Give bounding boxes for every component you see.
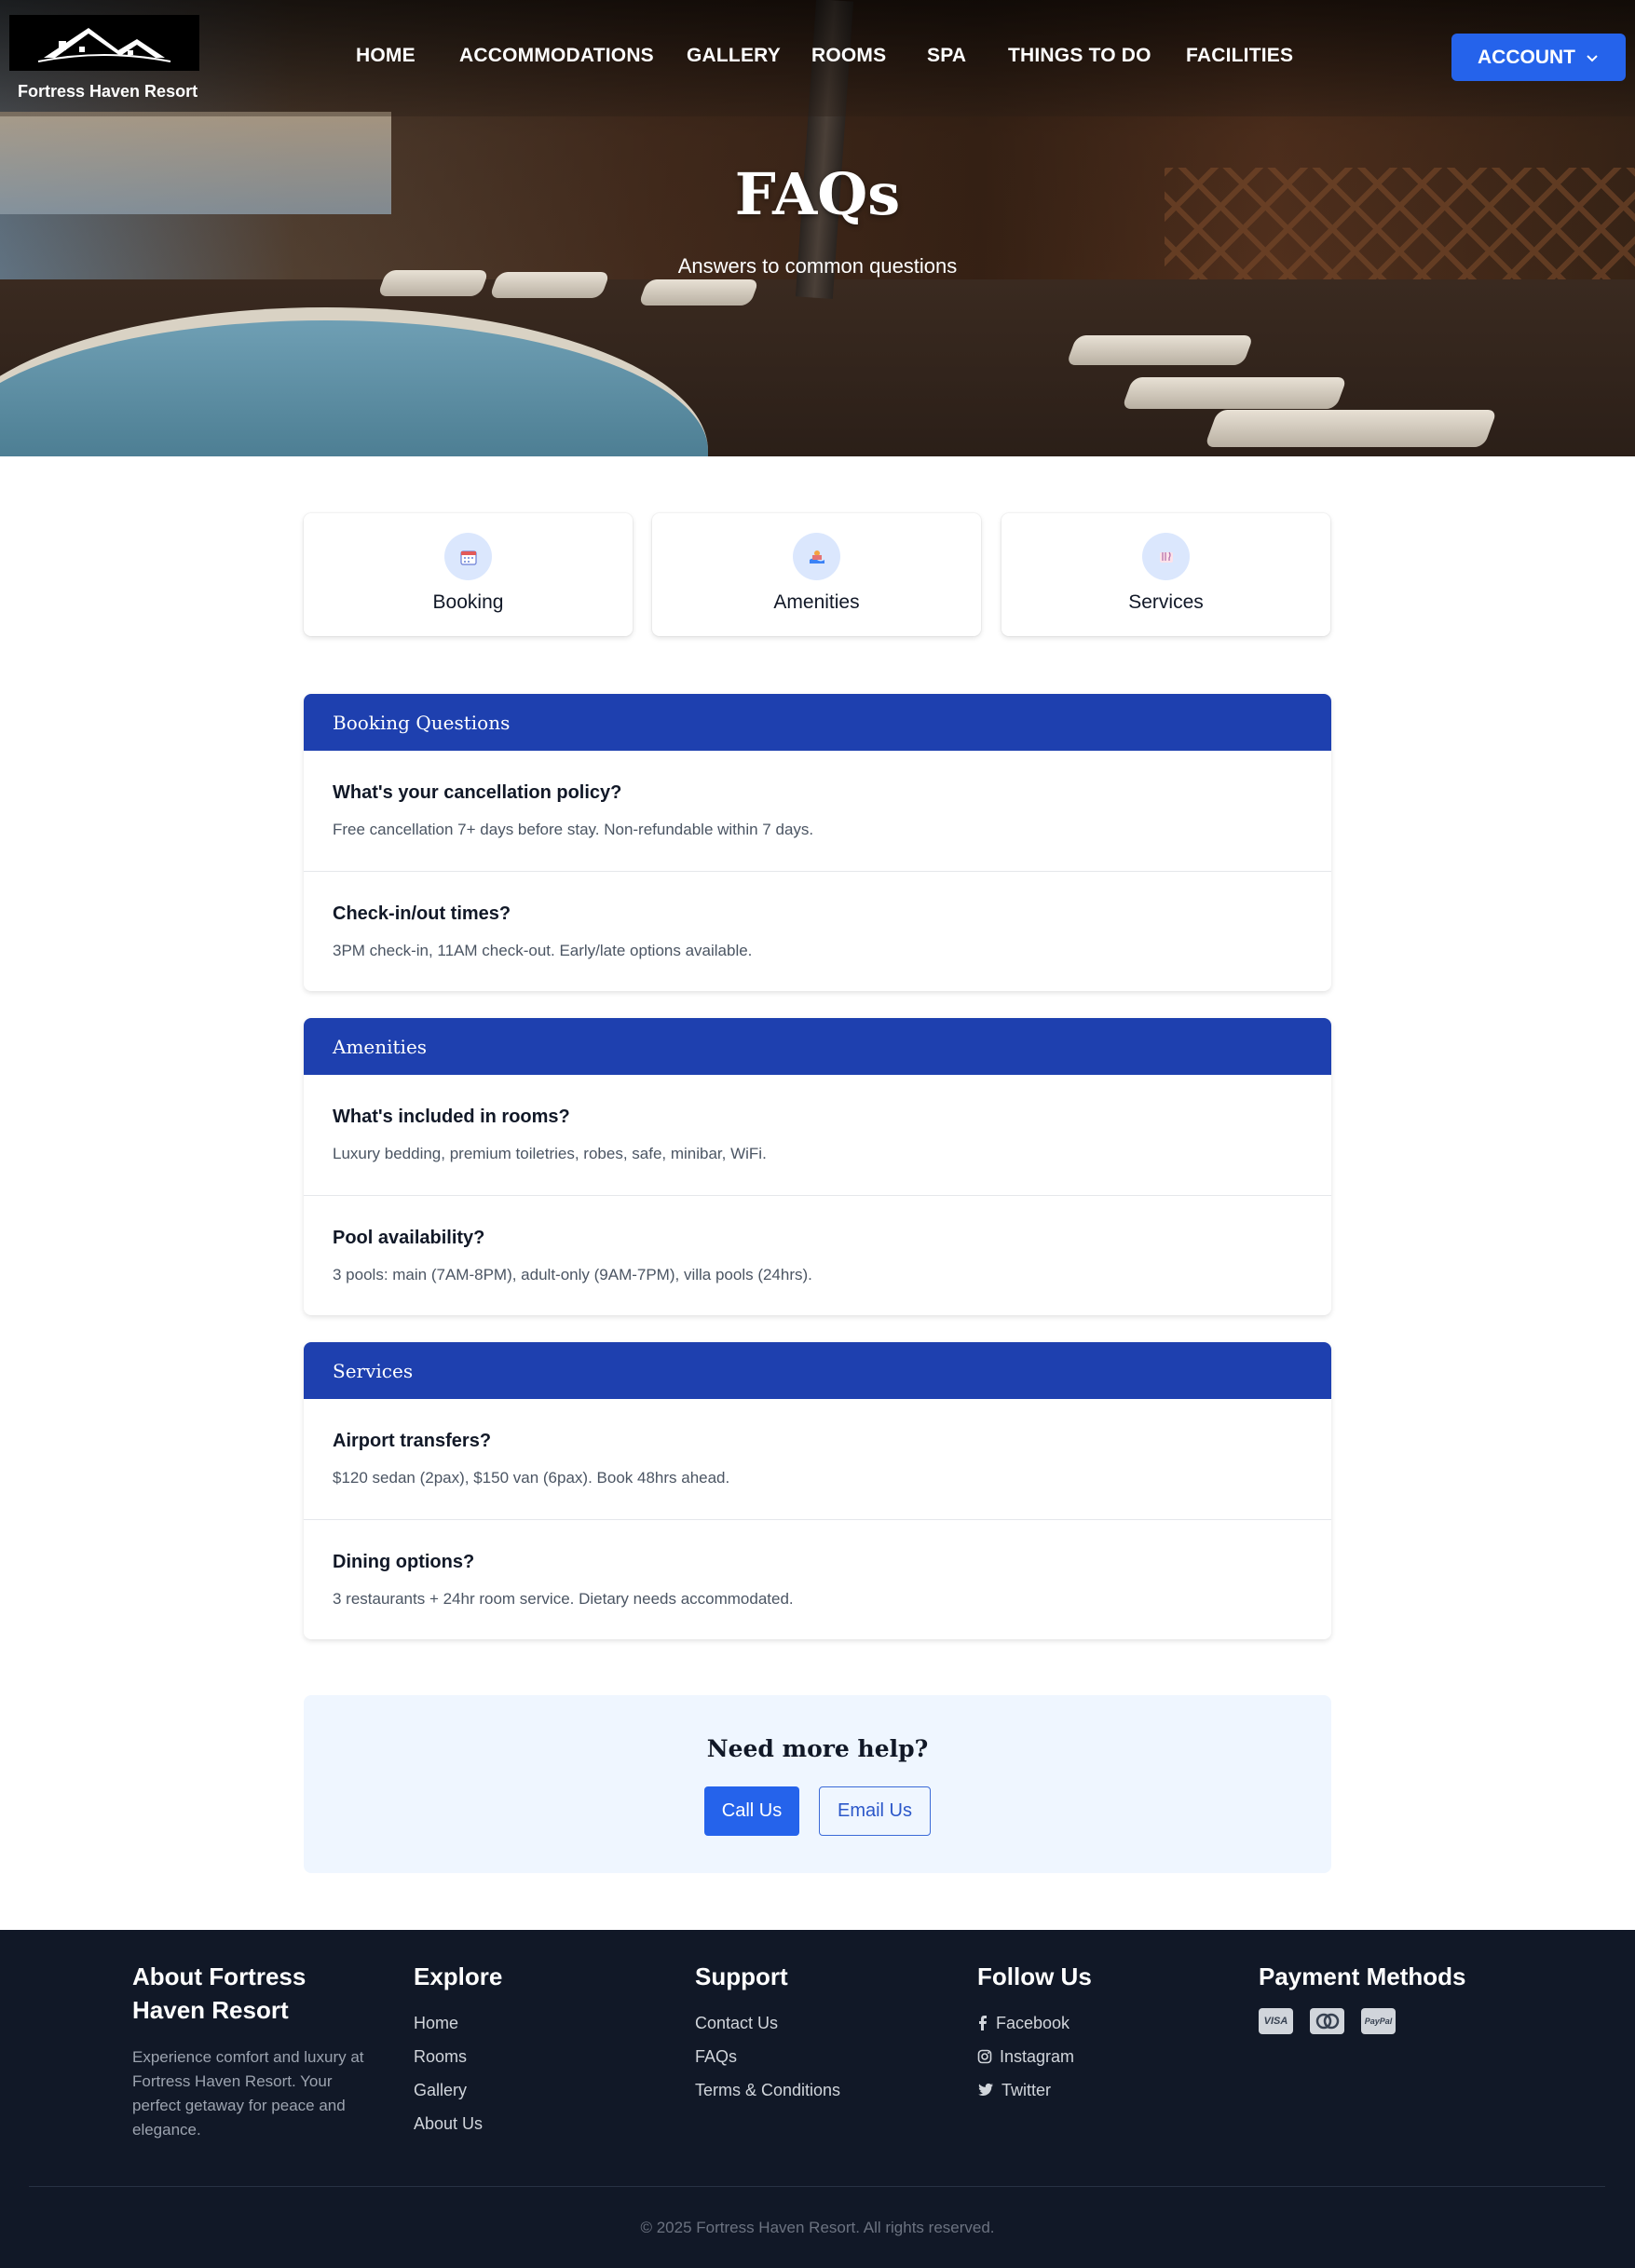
page-title: FAQs (734, 160, 901, 228)
visa-icon: VISA (1259, 2008, 1293, 2034)
footer-payment: Payment Methods VISA PayPal (1259, 1960, 1466, 2034)
footer-link-instagram[interactable]: Instagram (977, 2040, 1092, 2073)
footer-link-home[interactable]: Home (414, 2006, 502, 2040)
footer-link-label: Twitter (1001, 2081, 1052, 2099)
nav-item-home[interactable]: HOME (356, 45, 416, 67)
category-card-services[interactable]: Services (1001, 513, 1330, 636)
faq-answer: Luxury bedding, premium toiletries, robe… (333, 1145, 767, 1162)
footer-about-title: About Fortress Haven Resort (132, 1962, 307, 2024)
nav-item-spa[interactable]: SPA (927, 45, 966, 67)
faq-question: Pool availability? (333, 1228, 485, 1248)
help-title: Need more help? (706, 1735, 929, 1762)
account-label: ACCOUNT (1478, 46, 1575, 68)
faq-item[interactable]: Dining options? 3 restaurants + 24hr roo… (304, 1519, 1331, 1639)
footer-link-about-us[interactable]: About Us (414, 2107, 502, 2140)
brand-name: Fortress Haven Resort (18, 82, 198, 101)
chevron-down-icon (1587, 54, 1598, 61)
footer-link-label: Facebook (996, 2014, 1070, 2032)
faq-item[interactable]: What's included in rooms? Luxury bedding… (304, 1075, 1331, 1195)
faq-section-title: Services (304, 1342, 1331, 1399)
calendar-icon (444, 533, 492, 580)
nav-item-facilities[interactable]: FACILITIES (1186, 45, 1293, 67)
paypal-icon: PayPal (1361, 2008, 1396, 2034)
faq-question: Check-in/out times? (333, 903, 511, 924)
mastercard-icon (1310, 2008, 1344, 2034)
footer-link-gallery[interactable]: Gallery (414, 2073, 502, 2107)
faq-item[interactable]: Pool availability? 3 pools: main (7AM-8P… (304, 1195, 1331, 1315)
page-subtitle: Answers to common questions (677, 254, 958, 278)
category-label: Booking (432, 591, 504, 613)
faq-answer: 3 pools: main (7AM-8PM), adult-only (9AM… (333, 1266, 812, 1283)
footer-link-terms[interactable]: Terms & Conditions (695, 2073, 840, 2107)
category-card-amenities[interactable]: Amenities (652, 513, 981, 636)
faq-answer: 3PM check-in, 11AM check-out. Early/late… (333, 942, 753, 959)
facebook-icon (979, 2016, 987, 2030)
faq-question: Dining options? (333, 1552, 475, 1572)
footer-support-title: Support (695, 1962, 788, 1990)
footer-follow: Follow Us Facebook Instagram Twitter (977, 1960, 1092, 2107)
nav-item-rooms[interactable]: ROOMS (811, 45, 886, 67)
faq-answer: $120 sedan (2pax), $150 van (6pax). Book… (333, 1469, 730, 1487)
call-us-button[interactable]: Call Us (704, 1786, 799, 1836)
footer-support: Support Contact Us FAQs Terms & Conditio… (695, 1960, 840, 2107)
pool-icon (793, 533, 840, 580)
faq-section-title: Booking Questions (304, 694, 1331, 751)
hero-lounger (1121, 377, 1348, 409)
footer-about: About Fortress Haven Resort Experience c… (132, 1960, 384, 2142)
main-nav: HOME ACCOMMODATIONS GALLERY ROOMS SPA TH… (0, 45, 1635, 71)
copyright: © 2025 Fortress Haven Resort. All rights… (640, 2219, 995, 2236)
faq-question: What's your cancellation policy? (333, 782, 622, 803)
site-footer: About Fortress Haven Resort Experience c… (0, 1930, 1635, 2268)
nav-item-things-to-do[interactable]: THINGS TO DO (1008, 45, 1151, 67)
faq-section-services: Services Airport transfers? $120 sedan (… (304, 1342, 1331, 1639)
faq-item[interactable]: Check-in/out times? 3PM check-in, 11AM c… (304, 871, 1331, 991)
help-panel: Need more help? Call Us Email Us (304, 1695, 1331, 1873)
footer-link-rooms[interactable]: Rooms (414, 2040, 502, 2073)
category-label: Amenities (773, 591, 860, 613)
footer-link-facebook[interactable]: Facebook (977, 2006, 1092, 2040)
dining-icon (1142, 533, 1190, 580)
account-button[interactable]: ACCOUNT (1451, 34, 1626, 81)
footer-payment-title: Payment Methods (1259, 1962, 1466, 1990)
faq-section-title: Amenities (304, 1018, 1331, 1075)
footer-link-contact-us[interactable]: Contact Us (695, 2006, 840, 2040)
footer-link-label: Instagram (1000, 2047, 1075, 2066)
instagram-icon (977, 2049, 992, 2064)
footer-link-faqs[interactable]: FAQs (695, 2040, 840, 2073)
hero-banner: Fortress Haven Resort HOME ACCOMMODATION… (0, 0, 1635, 456)
email-us-button[interactable]: Email Us (819, 1786, 931, 1836)
faq-answer: 3 restaurants + 24hr room service. Dieta… (333, 1590, 794, 1608)
nav-item-accommodations[interactable]: ACCOMMODATIONS (459, 45, 654, 67)
footer-divider (29, 2186, 1605, 2187)
hero-lounger (637, 279, 760, 306)
faq-section-booking: Booking Questions What's your cancellati… (304, 694, 1331, 991)
footer-explore: Explore Home Rooms Gallery About Us (414, 1960, 502, 2140)
category-label: Services (1128, 591, 1204, 613)
footer-about-text: Experience comfort and luxury at Fortres… (132, 2048, 364, 2139)
faq-section-amenities: Amenities What's included in rooms? Luxu… (304, 1018, 1331, 1315)
faq-item[interactable]: What's your cancellation policy? Free ca… (304, 751, 1331, 871)
category-card-booking[interactable]: Booking (304, 513, 633, 636)
faq-question: Airport transfers? (333, 1431, 492, 1451)
footer-link-twitter[interactable]: Twitter (977, 2073, 1092, 2107)
nav-item-gallery[interactable]: GALLERY (687, 45, 781, 67)
footer-explore-title: Explore (414, 1962, 503, 1990)
faq-item[interactable]: Airport transfers? $120 sedan (2pax), $1… (304, 1399, 1331, 1519)
faq-answer: Free cancellation 7+ days before stay. N… (333, 821, 814, 838)
footer-follow-title: Follow Us (977, 1962, 1092, 1990)
twitter-icon (978, 2083, 993, 2096)
hero-lounger (1066, 335, 1254, 365)
faq-question: What's included in rooms? (333, 1107, 570, 1127)
hero-lounger (1204, 410, 1498, 447)
